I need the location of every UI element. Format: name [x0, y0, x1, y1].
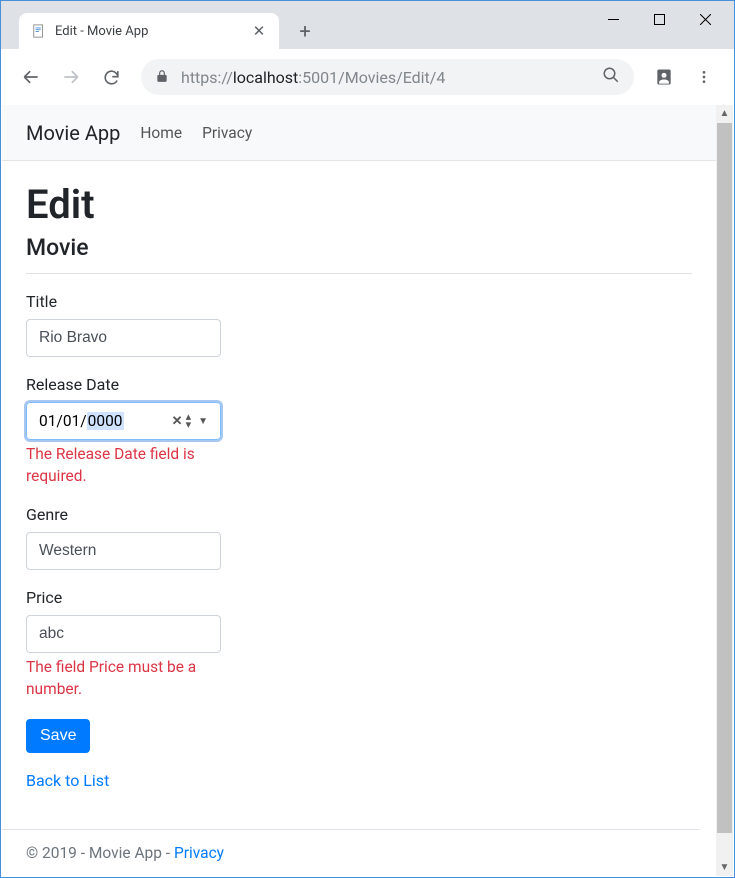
browser-toolbar: https://localhost:5001/Movies/Edit/4	[1, 49, 734, 105]
release-date-group: Release Date 01/01/0000 ✕ ▴▾ ▼ The Relea…	[26, 375, 221, 487]
nav-home[interactable]: Home	[140, 124, 182, 142]
new-tab-button[interactable]: +	[291, 17, 319, 45]
scroll-up-icon[interactable]: ▲	[716, 105, 733, 122]
forward-icon[interactable]	[53, 59, 89, 95]
app-navbar: Movie App Home Privacy	[2, 105, 716, 161]
menu-icon[interactable]	[686, 59, 722, 95]
tab-favicon-icon	[31, 23, 47, 39]
genre-label: Genre	[26, 505, 221, 524]
price-label: Price	[26, 588, 221, 607]
url-path: :5001/Movies/Edit/4	[298, 68, 445, 87]
main-container: Edit Movie Title Release Date 01/01/0000…	[2, 161, 716, 810]
url-host: localhost	[233, 68, 298, 87]
genre-input[interactable]	[26, 532, 221, 570]
reload-icon[interactable]	[93, 59, 129, 95]
browser-tab[interactable]: Edit - Movie App ✕	[19, 13, 279, 49]
back-icon[interactable]	[13, 59, 49, 95]
scrollbar[interactable]: ▲ ▼	[716, 105, 733, 876]
scroll-down-icon[interactable]: ▼	[716, 859, 733, 876]
minimize-icon[interactable]	[590, 3, 636, 35]
back-to-list-link[interactable]: Back to List	[26, 771, 109, 790]
url-protocol: https://	[181, 68, 233, 87]
address-bar[interactable]: https://localhost:5001/Movies/Edit/4	[141, 59, 634, 95]
scrollbar-thumb[interactable]	[717, 123, 732, 833]
search-in-address-icon[interactable]	[602, 66, 620, 88]
page-subtitle: Movie	[26, 234, 692, 261]
date-clear-icon[interactable]: ✕	[172, 414, 183, 429]
title-input[interactable]	[26, 319, 221, 357]
tab-close-icon[interactable]: ✕	[251, 23, 267, 39]
close-icon[interactable]	[682, 3, 728, 35]
release-date-error: The Release Date field is required.	[26, 444, 221, 487]
app-brand[interactable]: Movie App	[26, 121, 120, 145]
tab-bar: Edit - Movie App ✕ +	[1, 1, 734, 49]
date-spinner-icon[interactable]: ▴▾	[186, 413, 192, 429]
date-year-selected: 0000	[87, 412, 124, 430]
lock-icon	[155, 68, 169, 87]
browser-chrome: Edit - Movie App ✕ + https://localhost:5…	[1, 1, 734, 105]
price-error: The field Price must be a number.	[26, 657, 221, 700]
account-icon[interactable]	[646, 59, 682, 95]
date-dropdown-icon[interactable]: ▼	[198, 416, 208, 427]
maximize-icon[interactable]	[636, 3, 682, 35]
window-controls	[590, 3, 728, 35]
page-content: Movie App Home Privacy Edit Movie Title …	[2, 105, 716, 876]
nav-privacy[interactable]: Privacy	[202, 124, 252, 142]
genre-group: Genre	[26, 505, 221, 570]
footer: © 2019 - Movie App - Privacy	[2, 829, 699, 876]
save-button[interactable]: Save	[26, 719, 90, 753]
title-group: Title	[26, 292, 221, 357]
footer-privacy-link[interactable]: Privacy	[174, 844, 224, 862]
price-input[interactable]	[26, 615, 221, 653]
tab-title: Edit - Movie App	[55, 24, 251, 39]
date-prefix: 01/01/	[39, 412, 87, 430]
release-date-input[interactable]: 01/01/0000 ✕ ▴▾ ▼	[26, 402, 221, 440]
price-group: Price The field Price must be a number.	[26, 588, 221, 700]
title-label: Title	[26, 292, 221, 311]
release-date-label: Release Date	[26, 375, 221, 394]
divider	[26, 273, 692, 274]
viewport: Movie App Home Privacy Edit Movie Title …	[2, 105, 733, 876]
footer-text: © 2019 - Movie App -	[26, 844, 174, 862]
page-title: Edit	[26, 181, 692, 228]
